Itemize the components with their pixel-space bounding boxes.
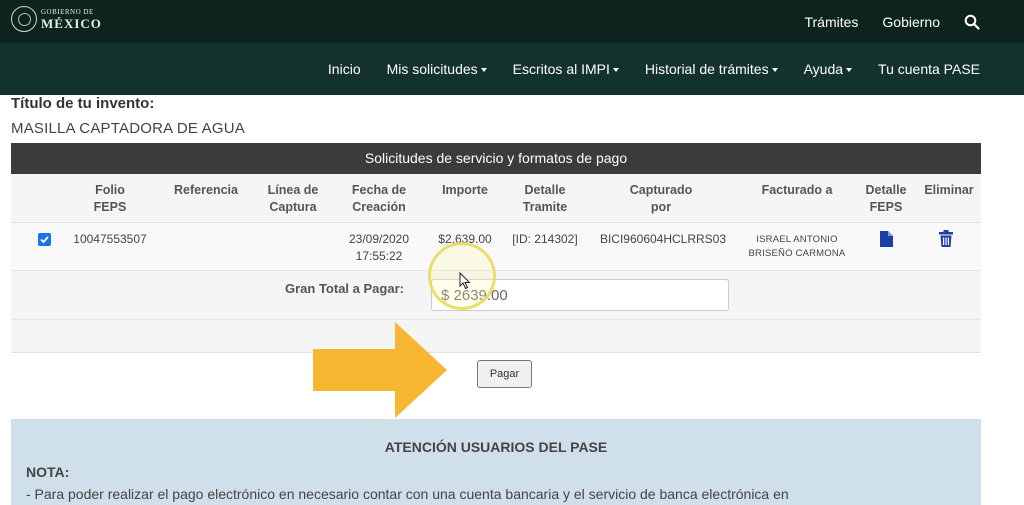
top-links: Trámites Gobierno bbox=[804, 0, 1024, 43]
header-detalle-feps: Detalle FEPS bbox=[860, 182, 912, 216]
nav-label: Escritos al IMPI bbox=[512, 61, 610, 77]
header-line: Tramite bbox=[522, 200, 568, 214]
top-bar: GOBIERNO DE MÉXICO Trámites Gobierno bbox=[0, 0, 1024, 43]
facturado-line: ISRAEL ANTONIO bbox=[756, 234, 838, 245]
header-line: Capturado bbox=[629, 183, 693, 197]
arrow-right-icon bbox=[313, 322, 447, 418]
caret-down-icon bbox=[771, 67, 778, 72]
nav-label: Historial de trámites bbox=[644, 61, 769, 77]
row-divider bbox=[11, 319, 981, 320]
row-divider bbox=[11, 222, 981, 223]
nav-label: Ayuda bbox=[803, 61, 844, 77]
gobierno-mexico-logo[interactable]: GOBIERNO DE MÉXICO bbox=[11, 6, 102, 32]
facturado-line: BRISEÑO CARMONA bbox=[748, 248, 846, 259]
row-select-checkbox[interactable] bbox=[38, 233, 51, 246]
nav-historial[interactable]: Historial de trámites bbox=[645, 61, 778, 77]
notice-panel: ATENCIÓN USUARIOS DEL PASE NOTA: - Para … bbox=[11, 419, 981, 505]
header-folio-feps: Folio FEPS bbox=[82, 182, 138, 216]
nav-label: Tu cuenta PASE bbox=[878, 61, 980, 77]
cell-fecha-time: 17:55:22 bbox=[355, 249, 403, 263]
header-line: por bbox=[650, 200, 672, 214]
gran-total-label: Gran Total a Pagar: bbox=[285, 281, 404, 296]
cell-fecha: 23/09/2020 17:55:22 bbox=[340, 231, 418, 265]
cell-capturado-por: BICI960604HCLRRS03 bbox=[599, 232, 727, 246]
header-line: Eliminar bbox=[924, 183, 974, 197]
caret-down-icon bbox=[612, 67, 619, 72]
checkmark-icon bbox=[40, 236, 49, 244]
header-referencia: Referencia bbox=[166, 182, 246, 199]
logo-text: GOBIERNO DE MÉXICO bbox=[41, 7, 102, 31]
header-importe: Importe bbox=[432, 182, 498, 199]
nav-label: Mis solicitudes bbox=[386, 61, 478, 77]
invention-title-label: Título de tu invento: bbox=[11, 95, 155, 112]
caret-down-icon bbox=[846, 67, 853, 72]
cell-facturado-a: ISRAEL ANTONIO BRISEÑO CARMONA bbox=[740, 233, 854, 261]
nav-label: Inicio bbox=[327, 61, 361, 77]
link-tramites[interactable]: Trámites bbox=[804, 14, 858, 30]
caret-down-icon bbox=[480, 67, 487, 72]
nav-tu-cuenta-pase[interactable]: Tu cuenta PASE bbox=[878, 61, 980, 77]
notice-title: ATENCIÓN USUARIOS DEL PASE bbox=[384, 439, 608, 455]
header-line: Detalle bbox=[865, 183, 907, 197]
pagar-button[interactable]: Pagar bbox=[477, 360, 532, 388]
mouse-pointer-icon bbox=[459, 272, 471, 290]
cell-detalle-tramite: [ID: 214302] bbox=[512, 232, 578, 246]
seal-icon bbox=[11, 6, 37, 32]
nav-mis-solicitudes[interactable]: Mis solicitudes bbox=[387, 61, 487, 77]
logo-small-text: GOBIERNO DE bbox=[41, 7, 94, 16]
pagar-label: Pagar bbox=[489, 368, 520, 380]
header-line: FEPS bbox=[869, 200, 903, 214]
header-linea-captura: Línea de Captura bbox=[258, 182, 328, 216]
table-caption: Solicitudes de servicio y formatos de pa… bbox=[11, 143, 981, 174]
cell-folio: 10047553507 bbox=[73, 232, 147, 246]
header-line: Folio bbox=[95, 183, 125, 197]
header-line: Detalle bbox=[524, 183, 566, 197]
header-line: Referencia bbox=[174, 183, 238, 197]
header-facturado-a: Facturado a bbox=[752, 182, 842, 199]
row-divider bbox=[11, 270, 981, 271]
header-line: Captura bbox=[269, 200, 317, 214]
link-gobierno[interactable]: Gobierno bbox=[882, 14, 940, 30]
header-fecha-creacion: Fecha de Creación bbox=[342, 182, 416, 216]
logo-big-text: MÉXICO bbox=[41, 15, 102, 31]
main-navigation: Inicio Mis solicitudes Escritos al IMPI … bbox=[0, 43, 1024, 95]
document-icon[interactable] bbox=[880, 231, 893, 247]
header-line: Fecha de bbox=[351, 183, 407, 197]
notice-text: - Para poder realizar el pago electrónic… bbox=[26, 486, 789, 502]
trash-icon[interactable] bbox=[939, 230, 953, 247]
header-line: Importe bbox=[442, 183, 488, 197]
header-eliminar: Eliminar bbox=[920, 182, 978, 199]
header-detalle-tramite: Detalle Tramite bbox=[512, 182, 578, 216]
invention-title-value: MASILLA CAPTADORA DE AGUA bbox=[11, 120, 245, 137]
nav-ayuda[interactable]: Ayuda bbox=[803, 61, 853, 77]
header-line: Facturado a bbox=[761, 183, 833, 197]
cell-fecha-date: 23/09/2020 bbox=[348, 232, 410, 246]
nav-escritos-impi[interactable]: Escritos al IMPI bbox=[513, 61, 619, 77]
search-icon[interactable] bbox=[964, 14, 980, 30]
header-line: Creación bbox=[352, 200, 406, 214]
header-capturado-por: Capturado por bbox=[618, 182, 704, 216]
header-line: FEPS bbox=[93, 200, 127, 214]
notice-nota-label: NOTA: bbox=[26, 464, 70, 480]
header-line: Línea de bbox=[267, 183, 319, 197]
nav-inicio[interactable]: Inicio bbox=[328, 61, 361, 77]
nav-items: Inicio Mis solicitudes Escritos al IMPI … bbox=[302, 43, 980, 95]
